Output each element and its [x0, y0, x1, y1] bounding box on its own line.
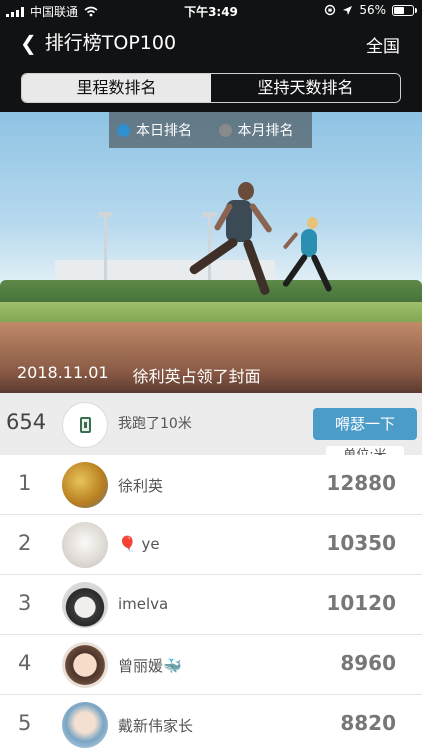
tab-persist-days[interactable]: 坚持天数排名 — [211, 74, 400, 102]
today-ranking-label: 本日排名 — [136, 123, 192, 139]
radio-selected-icon — [117, 123, 130, 137]
battery-percent: 56% — [359, 3, 386, 17]
today-ranking-option[interactable]: 本日排名 — [109, 120, 211, 140]
radio-unselected-icon — [218, 123, 232, 137]
distance-value: 8820 — [340, 711, 396, 735]
period-toggle: 本日排名 本月排名 — [109, 112, 312, 148]
runner-woman — [281, 217, 335, 312]
top-bar: 中国联通 下午3:49 56% ❮ 排行榜TOP100 全国 里程数排名 坚持天… — [0, 0, 422, 112]
share-button[interactable]: 嘚瑟一下 — [313, 408, 417, 440]
list-item[interactable]: 4 曾丽媛🐳 8960 — [0, 635, 422, 695]
month-ranking-option[interactable]: 本月排名 — [211, 120, 313, 140]
distance-value: 10350 — [326, 531, 396, 555]
distance-value: 8960 — [340, 651, 396, 675]
runner-man — [180, 182, 273, 312]
ranking-type-tabs: 里程数排名 坚持天数排名 — [21, 73, 401, 103]
list-item[interactable]: 1 徐利英 12880 — [0, 455, 422, 515]
month-ranking-label: 本月排名 — [237, 123, 294, 139]
tab-distance[interactable]: 里程数排名 — [22, 74, 211, 102]
status-bar: 中国联通 下午3:49 56% — [0, 0, 422, 22]
rank-number: 1 — [18, 471, 32, 495]
user-name: imelva — [118, 595, 169, 613]
cover-image — [0, 112, 422, 393]
cover-date: 2018.11.01 — [17, 363, 109, 382]
list-item[interactable]: 3 imelva 10120 — [0, 575, 422, 635]
page-title: 排行榜TOP100 — [44, 32, 177, 54]
list-item[interactable]: 2 🎈 ye 10350 — [0, 515, 422, 575]
back-button[interactable]: ❮ 排行榜TOP100 — [20, 30, 176, 56]
rank-number: 2 — [18, 531, 32, 555]
location-icon — [343, 5, 353, 15]
nav-bar: ❮ 排行榜TOP100 全国 — [0, 24, 422, 64]
ranking-list: 1 徐利英 12880 2 🎈 ye 10350 3 imelva 10120 … — [0, 455, 422, 750]
my-distance-text: 我跑了10米 — [118, 416, 192, 432]
rank-number: 5 — [18, 711, 32, 735]
cover-caption: 2018.11.01 徐利英占领了封面 — [17, 363, 261, 387]
my-avatar — [62, 402, 108, 448]
rank-number: 3 — [18, 591, 32, 615]
phone-icon — [79, 417, 91, 433]
cover-text: 徐利英占领了封面 — [132, 367, 261, 386]
user-name: 戴新伟家长 — [118, 717, 194, 735]
my-rank: 654 — [6, 410, 47, 434]
avatar — [62, 642, 108, 688]
battery-icon — [392, 4, 417, 16]
distance-value: 12880 — [326, 471, 396, 495]
region-selector[interactable]: 全国 — [366, 32, 400, 57]
orientation-lock-icon — [325, 4, 336, 16]
user-name: 徐利英 — [118, 477, 164, 495]
list-item[interactable]: 5 戴新伟家长 8820 — [0, 695, 422, 750]
rank-number: 4 — [18, 651, 32, 675]
user-name: 🎈 ye — [118, 535, 160, 553]
user-name: 曾丽媛🐳 — [118, 657, 182, 675]
avatar — [62, 582, 108, 628]
avatar — [62, 522, 108, 568]
avatar — [62, 702, 108, 748]
chevron-left-icon: ❮ — [20, 31, 37, 55]
avatar — [62, 462, 108, 508]
distance-value: 10120 — [326, 591, 396, 615]
